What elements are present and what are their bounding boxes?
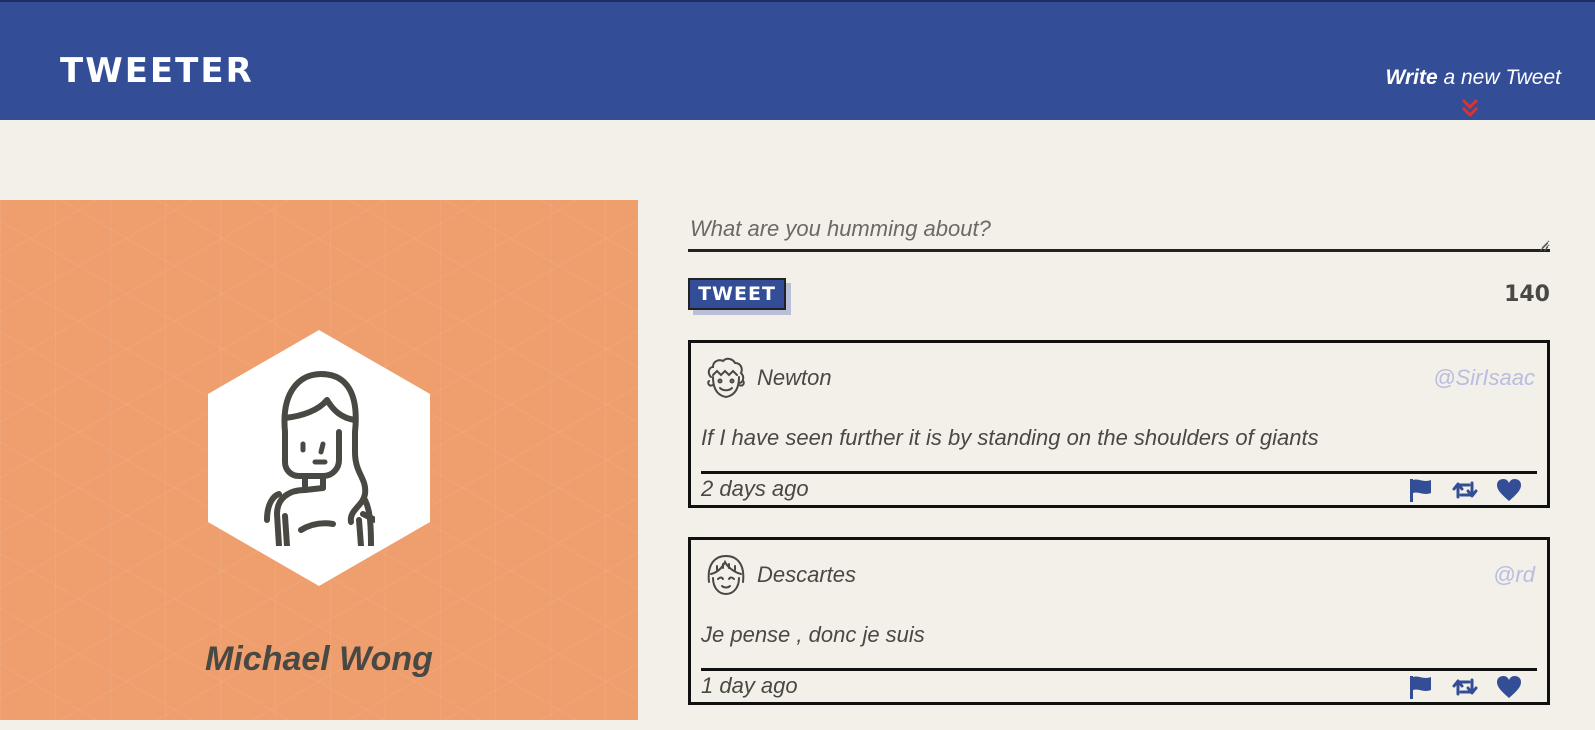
compose-textarea[interactable] (688, 216, 1550, 252)
tweet-text: Je pense , donc je suis (701, 622, 925, 647)
flag-icon[interactable] (1407, 673, 1435, 701)
tweet-author[interactable]: Descartes (757, 562, 856, 588)
write-tweet-toggle[interactable]: Write a new Tweet (1386, 66, 1561, 90)
tweet-footer: 1 day ago (701, 668, 1537, 705)
tweet-timestamp: 1 day ago (701, 673, 798, 698)
profile-card: Michael Wong (0, 200, 638, 720)
tweet-button[interactable]: Tweet (688, 278, 786, 310)
retweet-icon[interactable] (1451, 476, 1479, 504)
char-counter: 140 (1504, 282, 1550, 307)
tweet-handle[interactable]: @rd (1493, 562, 1535, 588)
tweet-handle[interactable]: @SirIsaac (1433, 365, 1535, 391)
tweet-author[interactable]: Newton (757, 365, 832, 391)
tweet-card: Descartes @rd Je pense , donc je suis 1 … (688, 537, 1550, 705)
curly-hair-man-avatar-icon (707, 357, 745, 399)
brand-logo: Tweeter (60, 51, 254, 91)
resize-grip-icon[interactable] (1540, 243, 1548, 251)
profile-name: Michael Wong (205, 640, 433, 678)
heart-icon[interactable] (1495, 476, 1523, 504)
heart-icon[interactable] (1495, 673, 1523, 701)
retweet-icon[interactable] (1451, 673, 1479, 701)
tweet-card: Newton @SirIsaac If I have seen further … (688, 340, 1550, 508)
flag-icon[interactable] (1407, 476, 1435, 504)
tweet-footer: 2 days ago (701, 471, 1537, 508)
bob-hair-avatar-icon (707, 554, 745, 596)
write-toggle-bold-text: Write (1385, 66, 1438, 89)
top-nav: Tweeter Write a new Tweet (0, 0, 1595, 120)
write-toggle-text: a new Tweet (1437, 66, 1561, 89)
woman-avatar-icon (264, 371, 375, 546)
profile-avatar-hexagon (208, 330, 430, 586)
tweet-timestamp: 2 days ago (701, 476, 809, 501)
tweet-text: If I have seen further it is by standing… (701, 425, 1319, 450)
double-chevron-down-icon[interactable] (1461, 98, 1479, 118)
